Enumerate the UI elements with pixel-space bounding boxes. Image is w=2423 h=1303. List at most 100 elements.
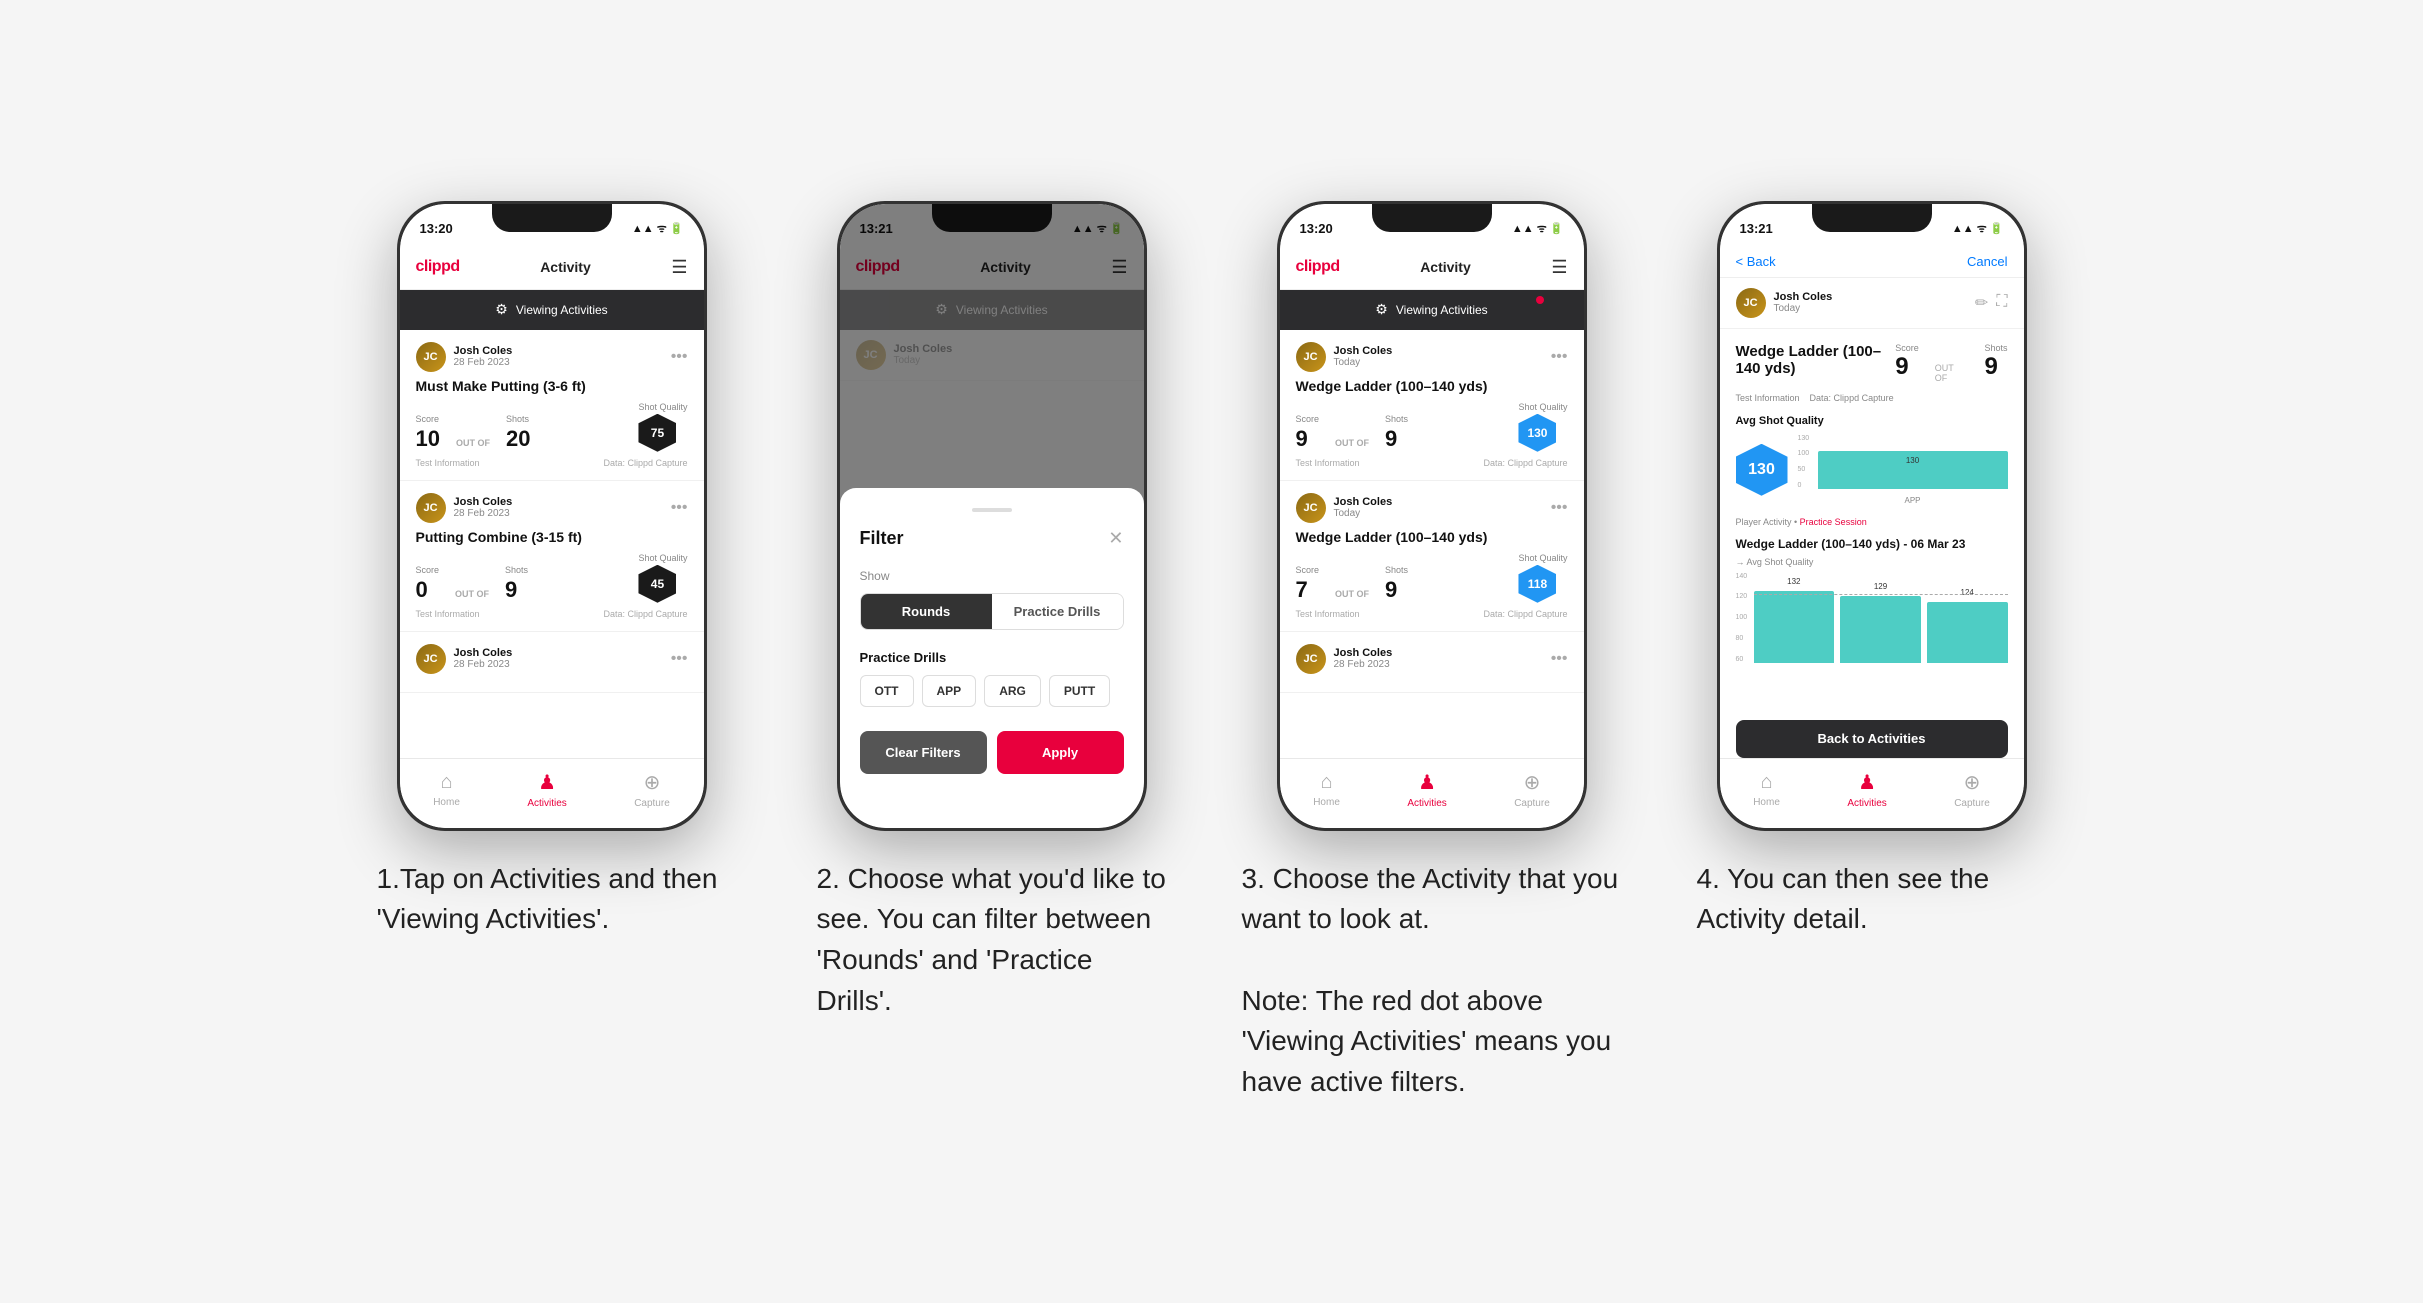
expand-icon[interactable]: ⛶ bbox=[1996, 293, 2007, 313]
phone-4-user-row: JC Josh Coles Today ✏ ⛶ bbox=[1720, 278, 2024, 329]
phone-section-2: 13:21 ▲▲ ᯤ 🔋 clippd Activity ☰ ⚙ Viewing… bbox=[802, 201, 1182, 1021]
phone-4-nav-activities[interactable]: ♟ Activities bbox=[1847, 770, 1886, 817]
drill-tag-putt[interactable]: PUTT bbox=[1049, 675, 1110, 707]
filter-tab-rounds[interactable]: Rounds bbox=[861, 594, 992, 629]
home-icon-3: ⌂ bbox=[1321, 771, 1333, 794]
phone-1-card-3[interactable]: JC Josh Coles 28 Feb 2023 ••• bbox=[400, 632, 704, 693]
back-button[interactable]: < Back bbox=[1736, 254, 1776, 269]
phone-1-card-2-shots: Shots 9 bbox=[505, 565, 528, 603]
phone-4-status-bar: 13:21 ▲▲ ᯤ 🔋 bbox=[1720, 204, 2024, 246]
phone-3-card-3[interactable]: JC Josh Coles 28 Feb 2023 ••• bbox=[1280, 632, 1584, 693]
filter-drill-tags: OTT APP ARG PUTT bbox=[860, 675, 1124, 707]
phone-1-card-2-header: JC Josh Coles 28 Feb 2023 ••• bbox=[416, 493, 688, 523]
phone-1-card-1[interactable]: JC Josh Coles 28 Feb 2023 ••• Must Make … bbox=[400, 330, 704, 481]
phone-1-menu-icon[interactable]: ☰ bbox=[671, 257, 687, 278]
phone-1-nav-activities[interactable]: ♟ Activities bbox=[527, 770, 566, 817]
phone-1-card-1-header: JC Josh Coles 28 Feb 2023 ••• bbox=[416, 342, 688, 372]
phone-4-wedge-section: Wedge Ladder (100–140 yds) - 06 Mar 23 →… bbox=[1736, 537, 2008, 683]
phone-4-score-value: 9 bbox=[1895, 353, 1919, 381]
phone-4: 13:21 ▲▲ ᯤ 🔋 < Back Cancel JC Josh Coles bbox=[1717, 201, 2027, 831]
edit-icon[interactable]: ✏ bbox=[1975, 293, 1988, 313]
phone-3-app-nav: clippd Activity ☰ bbox=[1280, 246, 1584, 290]
phone-4-avg-sq-label: Avg Shot Quality bbox=[1736, 415, 2008, 427]
phone-1-nav-capture[interactable]: ⊕ Capture bbox=[634, 770, 670, 817]
phone-1-nav-home[interactable]: ⌂ Home bbox=[433, 771, 460, 816]
phone-4-sq-bar-val: 130 bbox=[1818, 456, 2008, 465]
phone-4-score-label: Score bbox=[1895, 343, 1919, 353]
phone-section-3: 13:20 ▲▲ ᯤ 🔋 clippd Activity ☰ ⚙ Viewing… bbox=[1242, 201, 1622, 1103]
phone-2: 13:21 ▲▲ ᯤ 🔋 clippd Activity ☰ ⚙ Viewing… bbox=[837, 201, 1147, 831]
phone-4-screen: 13:21 ▲▲ ᯤ 🔋 < Back Cancel JC Josh Coles bbox=[1720, 204, 2024, 828]
phone-4-sq-badge: 130 bbox=[1736, 444, 1788, 496]
cancel-button[interactable]: Cancel bbox=[1967, 254, 2007, 269]
phone-1-card-2-avatar: JC bbox=[416, 493, 446, 523]
phone-1-card-2-name: Josh Coles bbox=[454, 496, 513, 508]
phone-1-card-1-more[interactable]: ••• bbox=[671, 348, 688, 366]
phone-1-card-1-shots-val: 20 bbox=[506, 426, 530, 452]
phone-1-card-1-info: Test Information bbox=[416, 458, 480, 468]
phone-4-sq-bar-label: APP bbox=[1818, 496, 2008, 505]
filter-handle bbox=[972, 508, 1012, 512]
phone-4-nav-home[interactable]: ⌂ Home bbox=[1753, 771, 1780, 816]
filter-header: Filter ✕ bbox=[860, 528, 1124, 549]
drill-tag-arg[interactable]: ARG bbox=[984, 675, 1041, 707]
phone-1-card-1-sq-label: Shot Quality bbox=[638, 402, 687, 412]
phone-2-filter-overlay: Filter ✕ Show Rounds Practice Drills Pra… bbox=[840, 204, 1144, 828]
phone-3-filter-label: Viewing Activities bbox=[1396, 303, 1488, 317]
phone-1-bottom-nav: ⌂ Home ♟ Activities ⊕ Capture bbox=[400, 758, 704, 828]
phone-1-card-1-shots-num: 20 bbox=[506, 426, 530, 452]
drill-tag-ott[interactable]: OTT bbox=[860, 675, 914, 707]
phone-3-logo: clippd bbox=[1296, 258, 1340, 276]
phone-1-filter-banner[interactable]: ⚙ Viewing Activities bbox=[400, 290, 704, 330]
phone-3-nav-capture[interactable]: ⊕ Capture bbox=[1514, 770, 1550, 817]
phones-row: 13:20 ▲▲ ᯤ 🔋 clippd Activity ☰ ⚙ Viewing… bbox=[362, 201, 2062, 1103]
home-icon: ⌂ bbox=[441, 771, 453, 794]
phone-1-nav-title: Activity bbox=[540, 259, 591, 275]
phone-3-card-2[interactable]: JC Josh Coles Today ••• Wedge Ladder (10… bbox=[1280, 481, 1584, 632]
phone-3-card-1[interactable]: JC Josh Coles Today ••• Wedge Ladder (10… bbox=[1280, 330, 1584, 481]
phone-4-dashed-line bbox=[1754, 594, 2008, 595]
phone-3-nav-home[interactable]: ⌂ Home bbox=[1313, 771, 1340, 816]
phone-3-red-dot bbox=[1536, 296, 1544, 304]
filter-close-button[interactable]: ✕ bbox=[1108, 528, 1123, 549]
filter-title: Filter bbox=[860, 528, 904, 549]
filter-actions: Clear Filters Apply bbox=[860, 731, 1124, 774]
phone-section-4: 13:21 ▲▲ ᯤ 🔋 < Back Cancel JC Josh Coles bbox=[1682, 201, 2062, 940]
phone-1-app-nav: clippd Activity ☰ bbox=[400, 246, 704, 290]
phone-1-card-1-out: OUT OF bbox=[456, 426, 490, 452]
phone-1-notch bbox=[492, 204, 612, 232]
phone-3-menu-icon[interactable]: ☰ bbox=[1551, 257, 1567, 278]
phone-4-detail-title: Wedge Ladder (100–140 yds) bbox=[1736, 343, 1896, 377]
phone-4-detail-nav: < Back Cancel bbox=[1720, 246, 2024, 278]
caption-2: 2. Choose what you'd like to see. You ca… bbox=[817, 859, 1167, 1021]
capture-icon-4: ⊕ bbox=[1964, 770, 1981, 795]
phone-1-card-1-data: Data: Clippd Capture bbox=[603, 458, 687, 468]
back-activities-button[interactable]: Back to Activities bbox=[1736, 720, 2008, 758]
phone-1-card-1-out-text: OUT OF bbox=[456, 438, 490, 452]
phone-section-1: 13:20 ▲▲ ᯤ 🔋 clippd Activity ☰ ⚙ Viewing… bbox=[362, 201, 742, 940]
home-icon-4: ⌂ bbox=[1761, 771, 1773, 794]
phone-1-card-2-user-info: Josh Coles 28 Feb 2023 bbox=[454, 496, 513, 519]
phone-4-avg-sq: Avg Shot Quality 130 130 100 50 0 bbox=[1736, 415, 2008, 505]
phone-4-wedge-title: Wedge Ladder (100–140 yds) - 06 Mar 23 bbox=[1736, 537, 2008, 551]
filter-tab-practice-drills[interactable]: Practice Drills bbox=[992, 594, 1123, 629]
phone-1-card-2-user: JC Josh Coles 28 Feb 2023 bbox=[416, 493, 513, 523]
drill-tag-app[interactable]: APP bbox=[922, 675, 977, 707]
capture-icon-3: ⊕ bbox=[1524, 770, 1541, 795]
phone-4-nav-capture[interactable]: ⊕ Capture bbox=[1954, 770, 1990, 817]
phone-3-nav-activities[interactable]: ♟ Activities bbox=[1407, 770, 1446, 817]
apply-button[interactable]: Apply bbox=[997, 731, 1124, 774]
phone-1-card-2[interactable]: JC Josh Coles 28 Feb 2023 ••• Putting Co… bbox=[400, 481, 704, 632]
phone-4-sq-chart: 130 100 50 0 APP 130 bbox=[1798, 435, 2008, 505]
phone-1-card-1-avatar: JC bbox=[416, 342, 446, 372]
phone-4-avatar: JC bbox=[1736, 288, 1766, 318]
phone-4-shots-value: 9 bbox=[1984, 353, 2007, 381]
phone-1-scroll: JC Josh Coles 28 Feb 2023 ••• Must Make … bbox=[400, 330, 704, 758]
phone-1-card-1-shots: Shots 20 bbox=[506, 414, 530, 452]
capture-icon: ⊕ bbox=[644, 770, 661, 795]
phone-3-filter-banner[interactable]: ⚙ Viewing Activities bbox=[1280, 290, 1584, 330]
clear-filters-button[interactable]: Clear Filters bbox=[860, 731, 987, 774]
phone-1-card-2-more[interactable]: ••• bbox=[671, 499, 688, 517]
phone-1-time: 13:20 bbox=[420, 221, 453, 236]
phone-3-nav-title: Activity bbox=[1420, 259, 1471, 275]
